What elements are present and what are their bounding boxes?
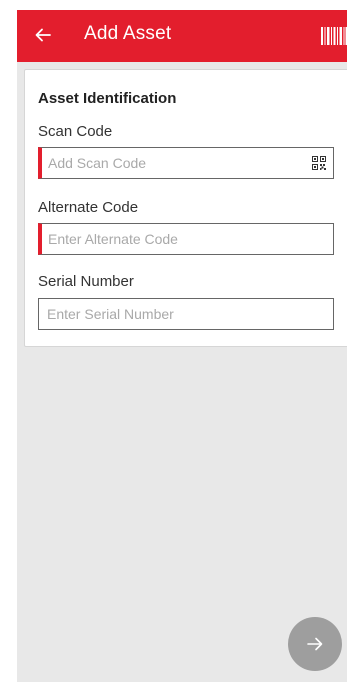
serial-number-input[interactable]: Enter Serial Number xyxy=(38,298,334,330)
app-bar: Add Asset xyxy=(17,10,347,62)
serial-number-placeholder: Enter Serial Number xyxy=(47,306,174,322)
alternate-code-input[interactable]: Enter Alternate Code xyxy=(38,223,334,255)
page-title: Add Asset xyxy=(84,23,172,44)
back-arrow-icon[interactable] xyxy=(33,25,53,45)
alternate-code-label: Alternate Code xyxy=(38,199,139,216)
next-button[interactable] xyxy=(288,617,342,671)
scan-code-input[interactable]: Add Scan Code xyxy=(38,147,334,179)
arrow-right-icon xyxy=(307,637,323,651)
qr-code-icon[interactable] xyxy=(312,156,326,170)
alternate-code-placeholder: Enter Alternate Code xyxy=(48,231,178,247)
asset-identification-card: Asset Identification Scan Code Add Scan … xyxy=(24,69,347,347)
section-title: Asset Identification xyxy=(38,90,177,107)
app-screen: Add Asset Asset Identification Scan Code… xyxy=(17,10,347,682)
barcode-scan-icon[interactable] xyxy=(321,27,347,45)
scan-code-placeholder: Add Scan Code xyxy=(48,155,147,171)
serial-number-label: Serial Number xyxy=(38,273,134,290)
scan-code-label: Scan Code xyxy=(38,123,113,140)
